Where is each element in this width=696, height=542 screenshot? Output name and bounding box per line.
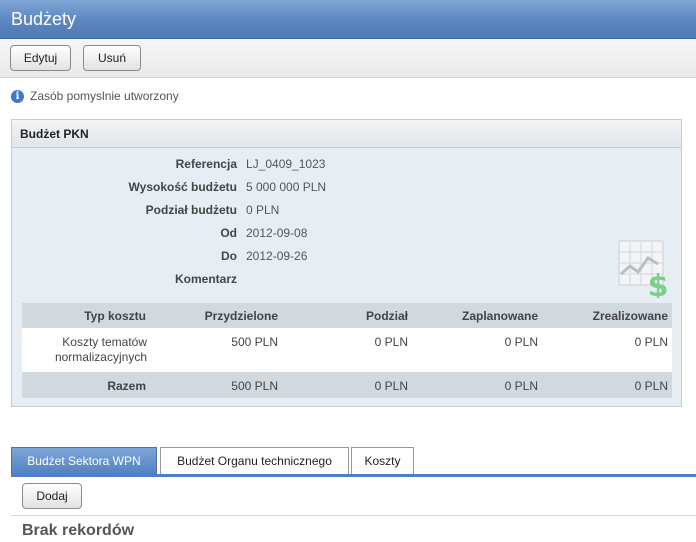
table-header-row: Typ kosztu Przydzielone Podział Zaplanow… — [22, 303, 672, 328]
panel-title: Budżet PKN — [20, 127, 89, 141]
budget-details-panel: Budżet PKN Referencja LJ_0409_1023 Wysok… — [11, 119, 682, 407]
cell-cost-type-line1: Koszty tematów — [62, 335, 147, 349]
info-icon: i — [11, 89, 24, 103]
tab-toolbar: Dodaj — [11, 477, 696, 516]
label-comment: Komentarz — [174, 272, 237, 286]
label-budget-amount: Wysokość budżetu — [128, 180, 237, 194]
tab-technical-body-budget[interactable]: Budżet Organu technicznego — [160, 447, 349, 474]
value-reference: LJ_0409_1023 — [246, 157, 326, 171]
total-allocated: 500 PLN — [231, 379, 278, 393]
col-header-realized: Zrealizowane — [592, 309, 668, 323]
cell-split: 0 PLN — [374, 335, 408, 349]
col-header-allocated: Przydzielone — [204, 309, 278, 323]
value-to: 2012-09-26 — [246, 249, 308, 263]
value-budget-amount: 5 000 000 PLN — [246, 180, 327, 194]
label-to: Do — [221, 249, 237, 263]
table-row: Koszty tematów normalizacyjnych 500 PLN … — [22, 328, 672, 372]
cell-allocated: 500 PLN — [231, 335, 278, 349]
col-header-split: Podział — [365, 309, 408, 323]
title-bar: Budżety — [0, 0, 696, 39]
budget-chart-icon: $ — [618, 240, 669, 298]
total-split: 0 PLN — [374, 379, 408, 393]
cell-cost-type-line2: normalizacyjnych — [54, 350, 147, 364]
toolbar: Edytuj Usuń — [0, 39, 696, 78]
edit-button[interactable]: Edytuj — [10, 45, 71, 71]
table-total-row: Razem 500 PLN 0 PLN 0 PLN 0 PLN — [22, 372, 672, 398]
total-realized: 0 PLN — [634, 379, 668, 393]
cell-planned: 0 PLN — [504, 335, 538, 349]
col-header-planned: Zaplanowane — [461, 309, 538, 323]
add-button[interactable]: Dodaj — [22, 483, 82, 509]
delete-button[interactable]: Usuń — [83, 45, 141, 71]
value-from: 2012-09-08 — [246, 226, 308, 240]
tab-costs[interactable]: Koszty — [351, 447, 414, 474]
label-budget-split: Podział budżetu — [145, 203, 237, 217]
page-title: Budżety — [11, 9, 77, 29]
value-budget-split: 0 PLN — [246, 203, 280, 217]
cell-realized: 0 PLN — [634, 335, 668, 349]
empty-state-text: Brak rekordów — [22, 522, 135, 539]
total-planned: 0 PLN — [504, 379, 538, 393]
success-message: i Zasób pomyslnie utworzony — [11, 88, 179, 104]
success-message-text: Zasób pomyslnie utworzony — [30, 89, 179, 103]
tab-sector-budget[interactable]: Budżet Sektora WPN — [11, 447, 157, 476]
svg-text:$: $ — [648, 269, 669, 298]
total-label: Razem — [107, 379, 146, 393]
col-header-cost-type: Typ kosztu — [84, 309, 146, 323]
panel-header: Budżet PKN — [12, 120, 681, 148]
label-from: Od — [220, 226, 237, 240]
tab-bar: Budżet Sektora WPN Budżet Organu technic… — [11, 447, 696, 477]
label-reference: Referencja — [175, 157, 237, 171]
